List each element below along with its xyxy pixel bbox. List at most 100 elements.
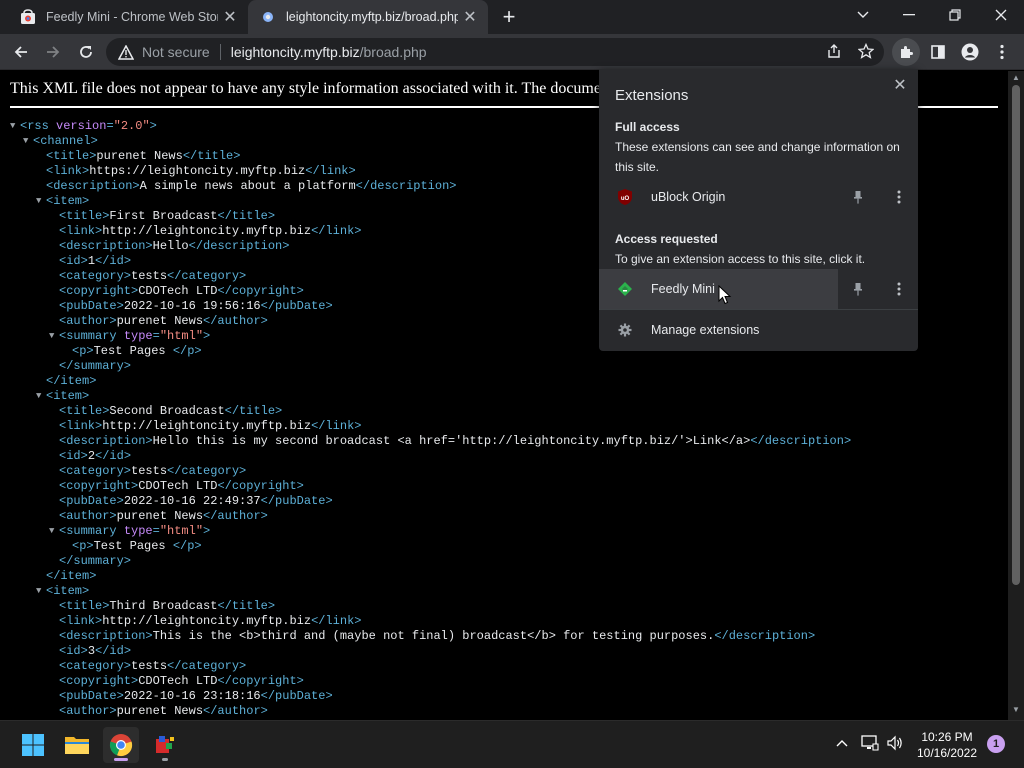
xml-line: <description>Hello this is my second bro… bbox=[0, 434, 1010, 449]
extension-name: uBlock Origin bbox=[651, 190, 726, 204]
xml-text: https://leightoncity.myftp.biz bbox=[89, 164, 306, 178]
collapse-toggle-icon[interactable]: ▼ bbox=[36, 194, 46, 209]
xml-attr-value: "html" bbox=[159, 524, 204, 538]
xml-tag: <pubDate> bbox=[59, 494, 124, 508]
xml-tag: </link> bbox=[311, 419, 362, 433]
xml-line: <title>Second Broadcast</title> bbox=[0, 404, 1010, 419]
clock-time: 10:26 PM bbox=[921, 730, 973, 744]
xml-attr-name: type bbox=[123, 524, 153, 538]
clock-date: 10/16/2022 bbox=[916, 746, 978, 760]
scroll-up-arrow-icon[interactable]: ▲ bbox=[1012, 73, 1020, 83]
new-tab-button[interactable]: + bbox=[497, 4, 521, 29]
xml-tag: <channel> bbox=[33, 134, 98, 148]
share-icon[interactable] bbox=[826, 43, 842, 59]
xml-tag: <description> bbox=[46, 179, 140, 193]
file-explorer-button[interactable] bbox=[59, 727, 95, 763]
collapse-toggle-icon[interactable]: ▼ bbox=[49, 329, 59, 344]
xml-line: ▼ <summary type="html"> bbox=[0, 524, 1010, 539]
collapse-toggle-icon[interactable]: ▼ bbox=[23, 134, 33, 149]
access-requested-heading: Access requested bbox=[615, 232, 718, 246]
extension-row-ublock-origin[interactable]: uO uBlock Origin bbox=[599, 177, 918, 217]
scrollbar-thumb[interactable] bbox=[1012, 85, 1020, 585]
extensions-puzzle-icon[interactable] bbox=[892, 38, 920, 66]
xml-tag: <link> bbox=[59, 614, 103, 628]
manage-extensions-label: Manage extensions bbox=[651, 323, 760, 337]
extension-row-feedly-mini[interactable]: Feedly Mini bbox=[599, 269, 918, 309]
chrome-menu-icon[interactable] bbox=[988, 38, 1016, 66]
xml-tag: > bbox=[203, 524, 211, 538]
tab-broad-php[interactable]: leightoncity.myftp.biz/broad.php ✕ bbox=[248, 0, 488, 34]
xml-tag: </title> bbox=[217, 599, 276, 613]
xml-line: </item> bbox=[0, 569, 1010, 584]
xml-tag: </description> bbox=[714, 629, 816, 643]
start-button[interactable] bbox=[15, 727, 51, 763]
xml-line: <pubDate>2022-10-16 23:18:16</pubDate> bbox=[0, 689, 1010, 704]
xml-tag: </pubDate> bbox=[260, 299, 333, 313]
xml-tag: </title> bbox=[224, 404, 283, 418]
xml-tag: <category> bbox=[59, 269, 132, 283]
xml-line: <pubDate>2022-10-16 22:49:37</pubDate> bbox=[0, 494, 1010, 509]
scroll-down-arrow-icon[interactable]: ▼ bbox=[1012, 705, 1020, 715]
xml-tag: <title> bbox=[46, 149, 97, 163]
reload-button[interactable] bbox=[72, 38, 100, 66]
back-button[interactable] bbox=[7, 38, 35, 66]
manage-extensions-button[interactable]: Manage extensions bbox=[599, 310, 918, 350]
chrome-taskbar-button[interactable] bbox=[103, 727, 139, 763]
xml-attr-value: "html" bbox=[159, 329, 204, 343]
close-tab-icon[interactable]: ✕ bbox=[458, 5, 482, 29]
pin-icon[interactable] bbox=[850, 189, 866, 205]
xml-tag: <summary bbox=[59, 329, 124, 343]
notification-badge[interactable]: 1 bbox=[987, 735, 1005, 753]
xml-tag: </title> bbox=[217, 209, 276, 223]
xml-text: 3 bbox=[87, 644, 96, 658]
collapse-toggle-icon[interactable]: ▼ bbox=[10, 119, 20, 134]
close-window-button[interactable] bbox=[978, 0, 1024, 30]
xml-text: 2022-10-16 22:49:37 bbox=[123, 494, 261, 508]
network-icon[interactable] bbox=[860, 733, 880, 753]
file-explorer-icon bbox=[65, 737, 89, 754]
xml-tag: <p> bbox=[72, 344, 94, 358]
close-icon[interactable]: ✕ bbox=[890, 75, 910, 95]
xml-tag: <author> bbox=[59, 704, 117, 718]
xml-line: <title>Third Broadcast</title> bbox=[0, 599, 1010, 614]
show-hidden-icons-chevron-icon[interactable] bbox=[833, 733, 851, 753]
volume-icon[interactable] bbox=[885, 733, 905, 753]
close-tab-icon[interactable]: ✕ bbox=[218, 5, 242, 29]
xml-line: ▼ <item> bbox=[0, 584, 1010, 599]
restore-button[interactable] bbox=[932, 0, 978, 30]
xml-line: <link>http://leightoncity.myftp.biz</lin… bbox=[0, 419, 1010, 434]
xml-tag: </link> bbox=[305, 164, 356, 178]
xml-text: CDOTech LTD bbox=[138, 479, 218, 493]
tab-strip: Feedly Mini - Chrome Web Store ✕ leighto… bbox=[0, 0, 1024, 34]
warning-icon[interactable] bbox=[118, 44, 134, 60]
xml-tag: </copyright> bbox=[217, 674, 304, 688]
xml-tag: <copyright> bbox=[59, 479, 139, 493]
extensions-popup: ✕ Extensions Full access These extension… bbox=[599, 69, 918, 351]
bookmark-star-icon[interactable] bbox=[858, 43, 874, 59]
xml-line: <id>3</id> bbox=[0, 644, 1010, 659]
xml-line: <id>2</id> bbox=[0, 449, 1010, 464]
security-label[interactable]: Not secure bbox=[142, 44, 210, 60]
collapse-toggle-icon[interactable]: ▼ bbox=[49, 524, 59, 539]
taskbar-clock[interactable]: 10:26 PM 10/16/2022 bbox=[912, 729, 982, 761]
xml-tag: </summary> bbox=[59, 359, 132, 373]
forward-button[interactable] bbox=[39, 38, 67, 66]
address-bar[interactable]: Not secure leightoncity.myftp.biz/broad.… bbox=[106, 38, 884, 66]
profile-avatar-icon[interactable] bbox=[956, 38, 984, 66]
paint-app-button[interactable] bbox=[147, 727, 183, 763]
ublock-origin-icon: uO bbox=[616, 188, 634, 206]
vertical-scrollbar[interactable]: ▲ ▼ bbox=[1008, 71, 1024, 720]
tab-feedly-web-store[interactable]: Feedly Mini - Chrome Web Store ✕ bbox=[8, 0, 248, 34]
side-panel-icon[interactable] bbox=[924, 38, 952, 66]
pin-icon[interactable] bbox=[850, 281, 866, 297]
tab-search-icon[interactable] bbox=[840, 0, 886, 30]
xml-tag: <description> bbox=[59, 239, 153, 253]
collapse-toggle-icon[interactable]: ▼ bbox=[36, 584, 46, 599]
more-options-icon[interactable] bbox=[891, 281, 907, 297]
minimize-button[interactable] bbox=[886, 0, 932, 30]
xml-tag: </link> bbox=[311, 224, 362, 238]
xml-tag: </description> bbox=[355, 179, 457, 193]
more-options-icon[interactable] bbox=[891, 189, 907, 205]
collapse-toggle-icon[interactable]: ▼ bbox=[36, 389, 46, 404]
xml-line: </item> bbox=[0, 374, 1010, 389]
